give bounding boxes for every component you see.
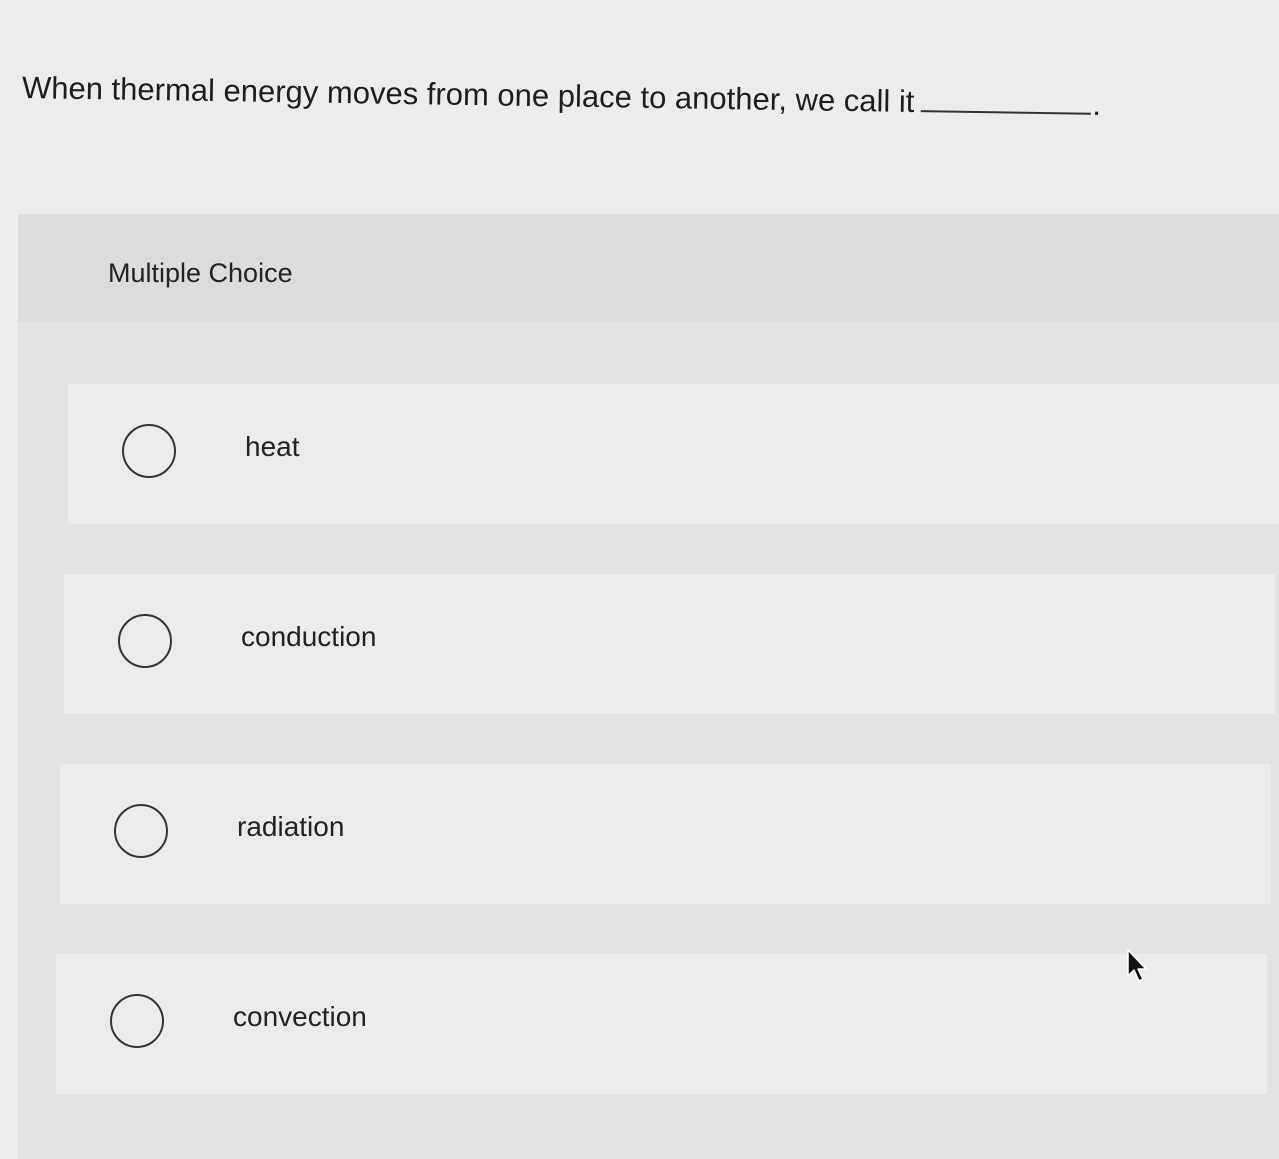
radio-button-icon[interactable]	[118, 614, 172, 668]
panel-header: Multiple Choice	[18, 214, 1279, 322]
choice-label: conduction	[241, 621, 377, 652]
panel-title: Multiple Choice	[108, 258, 293, 288]
choice-label: radiation	[237, 811, 345, 842]
radio-button-icon[interactable]	[110, 994, 164, 1048]
choice-label: heat	[245, 431, 300, 462]
choice-option-radiation[interactable]: radiation	[60, 764, 1271, 904]
question-prompt: When thermal energy moves from one place…	[22, 68, 1252, 127]
choice-option-heat[interactable]: heat	[68, 384, 1279, 524]
radio-button-icon[interactable]	[122, 424, 176, 478]
multiple-choice-panel: Multiple Choice heat conduction radiatio…	[18, 214, 1279, 1159]
question-text: When thermal energy moves from one place…	[21, 70, 915, 120]
choice-label: convection	[233, 1001, 367, 1032]
choice-option-conduction[interactable]: conduction	[64, 574, 1275, 714]
arrow-cursor-icon	[1127, 949, 1147, 982]
choice-option-convection[interactable]: convection	[56, 954, 1267, 1094]
radio-button-icon[interactable]	[114, 804, 168, 858]
question-suffix: .	[1092, 86, 1102, 122]
answer-blank	[920, 109, 1091, 115]
